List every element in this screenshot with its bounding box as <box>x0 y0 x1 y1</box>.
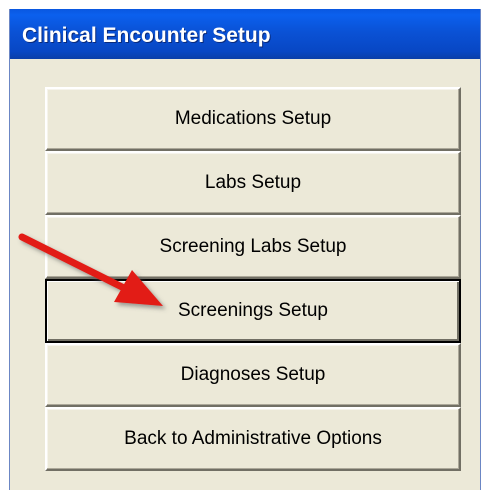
back-to-administrative-options-button[interactable]: Back to Administrative Options <box>45 407 461 471</box>
medications-setup-button[interactable]: Medications Setup <box>45 87 461 151</box>
title-bar[interactable]: Clinical Encounter Setup <box>10 9 480 59</box>
labs-setup-button[interactable]: Labs Setup <box>45 151 461 215</box>
window-title: Clinical Encounter Setup <box>22 24 271 47</box>
screening-labs-setup-button[interactable]: Screening Labs Setup <box>45 215 461 279</box>
screenings-setup-button[interactable]: Screenings Setup <box>45 279 461 343</box>
diagnoses-setup-button[interactable]: Diagnoses Setup <box>45 343 461 407</box>
setup-button-list: Medications Setup Labs Setup Screening L… <box>45 87 461 471</box>
clinical-encounter-setup-window: Clinical Encounter Setup Medications Set… <box>9 9 481 490</box>
